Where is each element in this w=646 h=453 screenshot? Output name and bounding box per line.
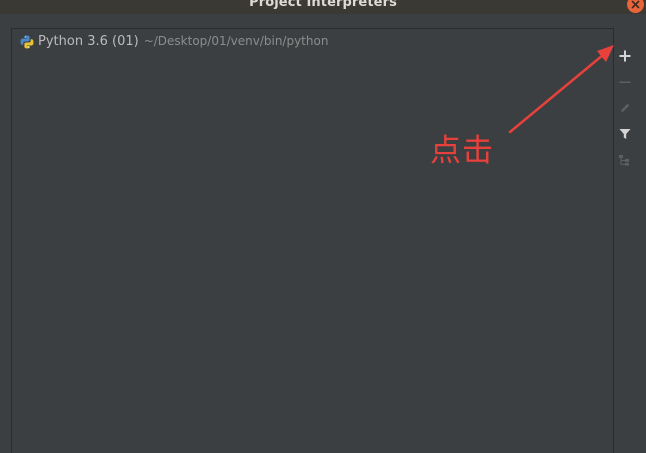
interpreter-list[interactable]: Python 3.6 (01) ~/Desktop/01/venv/bin/py…: [11, 28, 614, 453]
right-edge: [638, 28, 646, 453]
interpreter-list-item[interactable]: Python 3.6 (01) ~/Desktop/01/venv/bin/py…: [20, 31, 328, 51]
window-title: Project Interpreters: [249, 0, 397, 10]
interpreter-path: ~/Desktop/01/venv/bin/python: [143, 34, 329, 48]
interpreter-toolbar: [612, 28, 638, 453]
title-bar: Project Interpreters: [0, 0, 646, 14]
edit-interpreter-button[interactable]: [616, 99, 634, 117]
close-icon: [631, 0, 640, 9]
python-icon: [20, 34, 34, 49]
add-interpreter-button[interactable]: [616, 47, 634, 65]
minus-icon: [619, 81, 631, 83]
show-paths-button[interactable]: [616, 151, 634, 169]
tree-icon: [619, 155, 629, 166]
pencil-icon: [621, 103, 630, 112]
project-interpreters-window: Project Interpreters Python 3.6 (01) ~/D…: [0, 0, 646, 453]
filter-button[interactable]: [616, 125, 634, 143]
dialog-content: Python 3.6 (01) ~/Desktop/01/venv/bin/py…: [0, 14, 646, 453]
remove-interpreter-button[interactable]: [616, 73, 634, 91]
plus-icon: [619, 50, 631, 62]
interpreter-name: Python 3.6 (01): [38, 33, 139, 49]
filter-icon: [619, 129, 631, 139]
click-annotation-label: 点击: [430, 133, 494, 169]
